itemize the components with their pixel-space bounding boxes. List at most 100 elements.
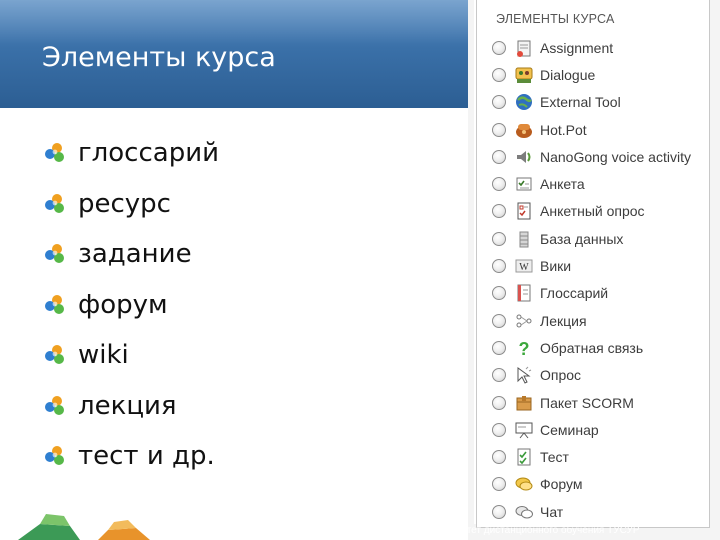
activity-label: Семинар — [540, 421, 599, 438]
bullet-text: лекция — [78, 390, 177, 421]
activity-item[interactable]: Анкетный опрос — [492, 198, 706, 225]
workshop-icon — [514, 420, 534, 440]
activity-radio[interactable] — [492, 259, 506, 274]
bullet-list: глоссарий ресурс задание форум wiki лекц… — [42, 128, 462, 482]
activity-label: Форум — [540, 476, 583, 493]
activity-label: External Tool — [540, 94, 621, 111]
wiki-icon: W — [514, 256, 534, 276]
activity-label: Лекция — [540, 312, 587, 329]
activity-label: Чат — [540, 503, 564, 520]
bullet-text: форум — [78, 289, 168, 320]
survey-icon — [514, 174, 534, 194]
bullet-icon — [42, 445, 68, 467]
activity-item[interactable]: Форум — [492, 471, 706, 498]
activity-radio[interactable] — [492, 422, 506, 437]
activity-item[interactable]: Лекция — [492, 307, 706, 334]
slide: Элементы курса глоссарий ресурс задание … — [0, 0, 720, 540]
activity-radio[interactable] — [492, 149, 506, 164]
external-tool-icon — [514, 92, 534, 112]
activity-radio[interactable] — [492, 504, 506, 519]
activity-label: Assignment — [540, 39, 614, 56]
bullet-item: тест и др. — [42, 431, 462, 482]
activity-radio[interactable] — [492, 340, 506, 355]
svg-text:W: W — [519, 262, 529, 273]
activity-item[interactable]: W Вики — [492, 252, 706, 279]
choice-icon — [514, 365, 534, 385]
activity-label: Опрос — [540, 367, 582, 384]
activity-radio[interactable] — [492, 177, 506, 192]
speaker-icon — [514, 147, 534, 167]
slide-title: Элементы курса — [42, 42, 276, 73]
activity-radio[interactable] — [492, 450, 506, 465]
activity-item[interactable]: ? Обратная связь — [492, 334, 706, 361]
activity-radio[interactable] — [492, 395, 506, 410]
activity-item[interactable]: Hot.Pot — [492, 116, 706, 143]
bullet-icon — [42, 243, 68, 265]
activity-item[interactable]: Анкета — [492, 170, 706, 197]
questionnaire-icon — [514, 201, 534, 221]
scorm-icon — [514, 393, 534, 413]
activity-item[interactable]: External Tool — [492, 89, 706, 116]
bullet-item: ресурс — [42, 179, 462, 230]
bullet-icon — [42, 344, 68, 366]
activity-label: Обратная связь — [540, 339, 644, 356]
activity-label: База данных — [540, 230, 624, 247]
footer-decoration — [18, 514, 150, 540]
panel-header: ЭЛЕМЕНТЫ КУРСА — [496, 12, 615, 26]
activity-radio[interactable] — [492, 204, 506, 219]
activity-label: Dialogue — [540, 66, 596, 83]
activity-label: NanoGong voice activity — [540, 148, 691, 165]
bullet-icon — [42, 193, 68, 215]
bullet-item: задание — [42, 229, 462, 280]
bullet-icon — [42, 395, 68, 417]
bullet-text: ресурс — [78, 188, 171, 219]
footer-caption: Факультет дистанционного обучения ТУСУР — [434, 525, 640, 536]
activity-item[interactable]: Dialogue — [492, 61, 706, 88]
dialogue-icon — [514, 65, 534, 85]
activity-radio[interactable] — [492, 286, 506, 301]
activity-label: Вики — [540, 258, 572, 275]
activity-radio[interactable] — [492, 95, 506, 110]
bullet-text: wiki — [78, 340, 129, 371]
activity-radio[interactable] — [492, 122, 506, 137]
activity-item[interactable]: NanoGong voice activity — [492, 143, 706, 170]
activity-item[interactable]: Assignment — [492, 34, 706, 61]
bullet-text: глоссарий — [78, 138, 220, 169]
activity-radio[interactable] — [492, 40, 506, 55]
activity-radio[interactable] — [492, 313, 506, 328]
hotpot-icon — [514, 120, 534, 140]
activity-list: Assignment Dialogue External Tool Hot.Pot Na… — [492, 34, 706, 525]
bullet-text: задание — [78, 239, 192, 270]
activity-item[interactable]: Пакет SCORM — [492, 389, 706, 416]
activity-item[interactable]: База данных — [492, 225, 706, 252]
activity-item[interactable]: Глоссарий — [492, 280, 706, 307]
activity-label: Анкета — [540, 176, 585, 193]
bullet-icon — [42, 294, 68, 316]
assignment-icon — [514, 38, 534, 58]
bullet-item: лекция — [42, 381, 462, 432]
database-icon — [514, 229, 534, 249]
activity-item[interactable]: Тест — [492, 443, 706, 470]
activity-item[interactable]: Семинар — [492, 416, 706, 443]
glossary-icon — [514, 283, 534, 303]
activity-radio[interactable] — [492, 231, 506, 246]
chat-icon — [514, 502, 534, 522]
bullet-icon — [42, 142, 68, 164]
quiz-icon — [514, 447, 534, 467]
bullet-item: wiki — [42, 330, 462, 381]
activity-item[interactable]: Опрос — [492, 362, 706, 389]
activity-radio[interactable] — [492, 368, 506, 383]
activity-label: Анкетный опрос — [540, 203, 645, 220]
svg-text:?: ? — [519, 339, 530, 358]
activity-label: Глоссарий — [540, 285, 609, 302]
bullet-item: глоссарий — [42, 128, 462, 179]
bullet-text: тест и др. — [78, 441, 215, 472]
forum-icon — [514, 474, 534, 494]
bullet-item: форум — [42, 280, 462, 331]
activity-radio[interactable] — [492, 477, 506, 492]
activity-radio[interactable] — [492, 67, 506, 82]
activity-label: Пакет SCORM — [540, 394, 634, 411]
feedback-icon: ? — [514, 338, 534, 358]
activity-item[interactable]: Чат — [492, 498, 706, 525]
activity-label: Hot.Pot — [540, 121, 587, 138]
